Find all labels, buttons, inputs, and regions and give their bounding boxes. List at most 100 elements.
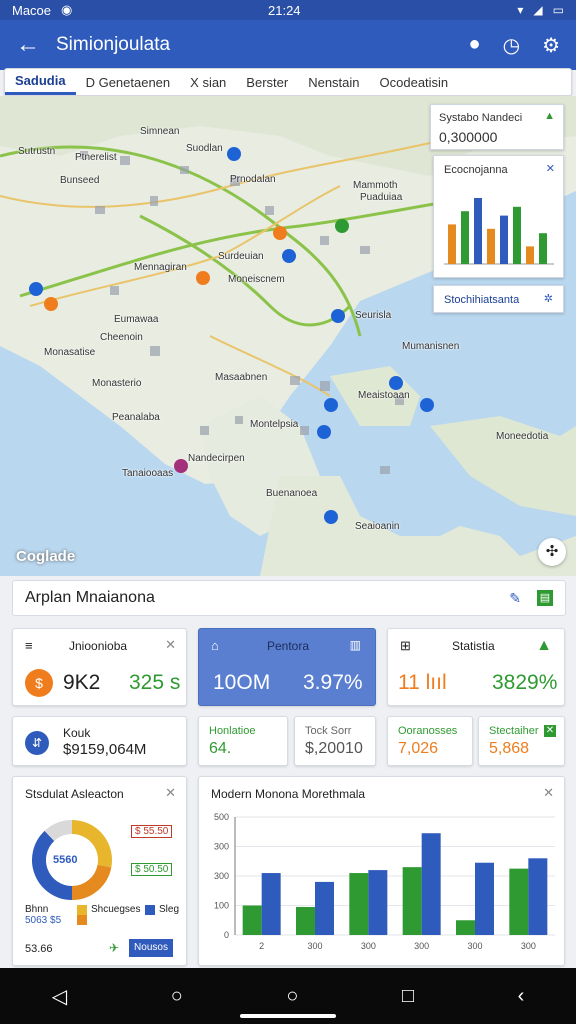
- recents-nav-icon[interactable]: □: [402, 985, 414, 1008]
- card-1-title: Jnioonioba: [69, 639, 128, 653]
- donut-action-button[interactable]: Nousos: [129, 939, 173, 957]
- x-tick-label: 2: [259, 941, 264, 951]
- close-icon[interactable]: ✕: [165, 637, 176, 653]
- sheet-icon[interactable]: ▤: [537, 589, 553, 606]
- mini-bar: [448, 224, 456, 264]
- bar: [349, 873, 369, 935]
- stats-overlay[interactable]: Systabo Nandeci ▲ 0,300000: [430, 104, 564, 150]
- clock: 21:24: [268, 2, 301, 18]
- bar-chart: 0 100 300 300 500 2 300 300 300 300 300: [214, 812, 555, 951]
- donut-footer-value: 53.66: [25, 943, 53, 955]
- compass-icon[interactable]: ✣: [538, 538, 566, 566]
- map-label: Puaduiaa: [360, 192, 403, 203]
- map-label: Nandecirpen: [188, 453, 245, 464]
- bar-card-title: Modern Monona Morethmala: [211, 787, 366, 801]
- map-label: Mumanisnen: [402, 341, 460, 352]
- close-box-icon[interactable]: ✕: [544, 725, 556, 737]
- x-tick-label: 300: [414, 941, 429, 951]
- chevron-left-icon[interactable]: ‹: [518, 985, 525, 1008]
- card-2-value-a: 10OM: [213, 671, 271, 694]
- clock-icon[interactable]: ◷: [503, 33, 520, 58]
- edit-icon[interactable]: ✎: [509, 590, 521, 607]
- map-label: Suodlan: [186, 143, 223, 154]
- close-icon[interactable]: ✕: [543, 785, 554, 801]
- card-1-value-a: 9K2: [63, 671, 101, 694]
- search-bar[interactable]: Arplan Mnaianona ✎ ▤: [12, 580, 566, 616]
- status-left-text: Macoe: [12, 2, 52, 18]
- map-label: Eumawaa: [114, 314, 159, 325]
- mini-bar: [526, 246, 534, 264]
- card-4-title: Kouk: [63, 726, 91, 740]
- home-indicator: [240, 1014, 336, 1018]
- chart-overlay[interactable]: Ecocnojanna ✕: [433, 155, 564, 278]
- donut-slice: [71, 864, 112, 900]
- card-3[interactable]: ⊞ Statistia ▲ 11 lııl 3829%: [387, 628, 565, 706]
- card-5-title: Honlatioe: [209, 725, 256, 737]
- signal-icon: ◢: [533, 3, 543, 17]
- card-6[interactable]: Tock Sorr $,20010: [294, 716, 376, 766]
- card-5[interactable]: Honlatioe 64.: [198, 716, 288, 766]
- legend-swatch: [77, 915, 87, 925]
- card-8-title: Stectaiher: [489, 725, 539, 737]
- trend-up-icon: ▲: [536, 637, 552, 654]
- bar: [528, 858, 548, 935]
- app-bar: ← Simionjoulata ● ◷ ⚙: [0, 20, 576, 70]
- link-overlay[interactable]: Stochihiatsanta ✲: [433, 285, 564, 313]
- transfer-icon: ⇵: [25, 731, 49, 755]
- donut-card[interactable]: Stsdulat Asleacton ✕ 5560 $ 55.50 $ 50.5…: [12, 776, 187, 966]
- tab-2[interactable]: X sian: [180, 69, 236, 95]
- bar-card[interactable]: Modern Monona Morethmala ✕ 0 100 300 300 500…: [198, 776, 565, 966]
- mini-bar-chart: [444, 198, 554, 265]
- card-1-value-b: 325 s: [129, 671, 181, 694]
- calendar-icon: ▥: [349, 638, 361, 652]
- tab-3[interactable]: Berster: [236, 69, 298, 95]
- bar: [296, 906, 315, 935]
- close-icon[interactable]: ✕: [165, 785, 176, 801]
- card-7[interactable]: Ooranosses 7,026: [387, 716, 473, 766]
- tab-4[interactable]: Nenstain: [298, 69, 369, 95]
- map-label: Mennagiran: [134, 262, 187, 273]
- donut-tag-2: $ 50.50: [131, 863, 173, 876]
- app-title: Simionjoulata: [56, 34, 171, 55]
- card-1[interactable]: ≡ Jnioonioba ✕ $ 9K2 325 s: [12, 628, 187, 706]
- gear-icon[interactable]: ⚙: [542, 33, 560, 58]
- status-bar: Macoe ◉ 21:24 ▾ ◢ ▭: [0, 0, 576, 20]
- card-6-value: $,20010: [305, 740, 363, 757]
- tab-0[interactable]: Sadudia: [5, 69, 76, 95]
- map-label: Simnean: [140, 126, 180, 137]
- mini-bar: [539, 233, 547, 264]
- tab-1[interactable]: D Genetaenen: [76, 69, 181, 95]
- map-label: Surdeuian: [218, 251, 264, 262]
- tab-5[interactable]: Ocodeatisin: [370, 69, 459, 95]
- card-5-value: 64.: [209, 740, 232, 757]
- bar: [421, 833, 441, 935]
- card-2[interactable]: ⌂ Pentora ▥ 10OM 3.97%: [198, 628, 376, 706]
- mini-bar: [474, 198, 482, 264]
- card-8[interactable]: Stectaiher ✕ 5,868: [478, 716, 565, 766]
- bar: [475, 862, 494, 935]
- plane-icon: ✈: [109, 941, 120, 955]
- stats-overlay-value: 0,300000: [439, 129, 498, 145]
- map-label: Tanaiooaas: [122, 468, 174, 479]
- donut-card-title: Stsdulat Asleacton: [25, 787, 124, 801]
- back-nav-icon[interactable]: ◁: [52, 984, 67, 1009]
- map-label: Monasatise: [44, 347, 96, 358]
- home-nav-icon[interactable]: ○: [171, 985, 183, 1008]
- card-7-value: 7,026: [398, 740, 439, 757]
- chart-icon: ⊞: [400, 638, 411, 653]
- currency-icon: $: [25, 669, 53, 697]
- legend-swatch: [145, 904, 155, 915]
- map-label: Moneiscnem: [228, 274, 285, 285]
- bar: [242, 905, 262, 935]
- close-icon[interactable]: ✕: [546, 162, 555, 175]
- card-4[interactable]: ⇵ Kouk $9159,064M: [12, 716, 187, 766]
- account-icon[interactable]: ●: [469, 33, 481, 58]
- map-watermark: Coglade: [16, 548, 76, 565]
- mini-bar: [500, 215, 508, 264]
- back-arrow-icon[interactable]: ←: [0, 31, 56, 59]
- map-label: Monasterio: [92, 378, 142, 389]
- bar: [261, 873, 281, 935]
- home-nav-icon-alt[interactable]: ○: [286, 985, 298, 1008]
- legend-label: Sleg: [159, 904, 180, 915]
- trend-up-icon: ▲: [544, 110, 555, 122]
